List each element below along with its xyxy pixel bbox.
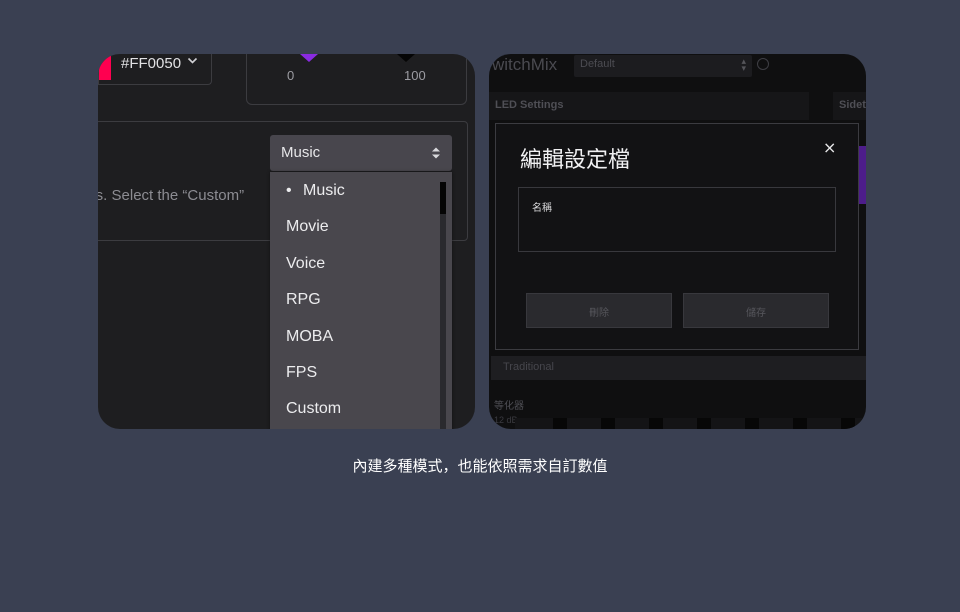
mode-dropdown-list: • Music Movie Voice RPG MOBA FPS Custom [270, 172, 452, 429]
profile-select[interactable]: Default ▴ ▾ [574, 55, 752, 77]
language-row[interactable]: Traditional [491, 356, 866, 380]
hex-value: #FF0050 [121, 55, 182, 72]
gear-icon[interactable] [757, 58, 769, 70]
edit-profile-modal: 編輯設定檔 × 名稱 刪除 儲存 [495, 123, 859, 350]
equalizer-sub-label: 12 dB [494, 415, 518, 425]
slider-min-label: 0 [287, 68, 295, 83]
equalizer-band-marker [745, 418, 759, 429]
delete-button[interactable]: 刪除 [526, 293, 672, 328]
selected-bullet-icon: • [286, 182, 292, 199]
dropdown-option-label: RPG [286, 291, 321, 309]
mode-select[interactable]: Music [270, 135, 452, 171]
equalizer-label: 等化器 [494, 401, 524, 412]
dropdown-option-label: Custom [286, 400, 342, 418]
mode-settings-panel: #FF0050 0 100 ngs. Select the “Custom” M… [98, 54, 475, 429]
updown-arrows-icon [430, 145, 442, 161]
save-button[interactable]: 儲存 [683, 293, 829, 328]
equalizer-band-marker [841, 418, 855, 429]
side-settings-label: Sidet [839, 99, 866, 111]
accent-strip [859, 146, 866, 204]
updown-arrows-icon: ▴ ▾ [741, 57, 746, 74]
app-title: witchMix [492, 55, 558, 74]
dropdown-option-custom[interactable]: Custom [286, 400, 341, 418]
equalizer-band-marker [649, 418, 663, 429]
dropdown-option-label: Movie [286, 218, 329, 236]
color-picker[interactable]: #FF0050 [98, 54, 212, 85]
equalizer-band-marker [553, 418, 567, 429]
save-button-label: 儲存 [746, 308, 766, 319]
mode-hint-text: ngs. Select the “Custom” [98, 187, 245, 204]
dropdown-option-label: Music [303, 182, 345, 199]
close-icon[interactable]: × [823, 140, 836, 156]
dropdown-option-voice[interactable]: Voice [286, 255, 325, 273]
dropdown-option-label: MOBA [286, 327, 334, 345]
dropdown-option-rpg[interactable]: RPG [286, 291, 321, 309]
dropdown-option-music[interactable]: • Music [286, 182, 345, 200]
delete-button-label: 刪除 [589, 308, 609, 319]
equalizer-band-marker [697, 418, 711, 429]
dropdown-option-moba[interactable]: MOBA [286, 328, 333, 346]
range-slider: 0 100 [246, 54, 467, 105]
edit-profile-panel: witchMix Default ▴ ▾ LED Settings Sidet 編… [489, 54, 866, 429]
equalizer-strip [515, 418, 866, 429]
profile-name-field[interactable]: 名稱 [518, 187, 836, 252]
color-swatch [99, 54, 111, 80]
slider-max-label: 100 [404, 68, 426, 83]
led-settings-label: LED Settings [495, 99, 564, 111]
mode-select-value: Music [281, 144, 321, 161]
led-settings-header: LED Settings [489, 92, 809, 120]
side-settings-header: Sidet [833, 92, 866, 120]
profile-name-label: 名稱 [532, 203, 552, 214]
modal-title: 編輯設定檔 [520, 148, 631, 173]
dropdown-option-fps[interactable]: FPS [286, 364, 317, 382]
profile-select-value: Default [580, 58, 615, 70]
slider-thumb-max[interactable] [397, 54, 415, 62]
slider-thumb-min[interactable] [300, 54, 318, 62]
chevron-down-icon [187, 55, 198, 69]
caption: 內建多種模式，也能依照需求自訂數值 [352, 457, 608, 475]
dropdown-scrollbar[interactable] [440, 182, 446, 429]
dropdown-option-label: FPS [286, 364, 318, 381]
language-label: Traditional [503, 361, 554, 373]
dropdown-option-label: Voice [286, 254, 326, 272]
equalizer-band-marker [793, 418, 807, 429]
dropdown-option-movie[interactable]: Movie [286, 218, 329, 236]
scrollbar-thumb[interactable] [440, 182, 446, 214]
equalizer-band-marker [601, 418, 615, 429]
